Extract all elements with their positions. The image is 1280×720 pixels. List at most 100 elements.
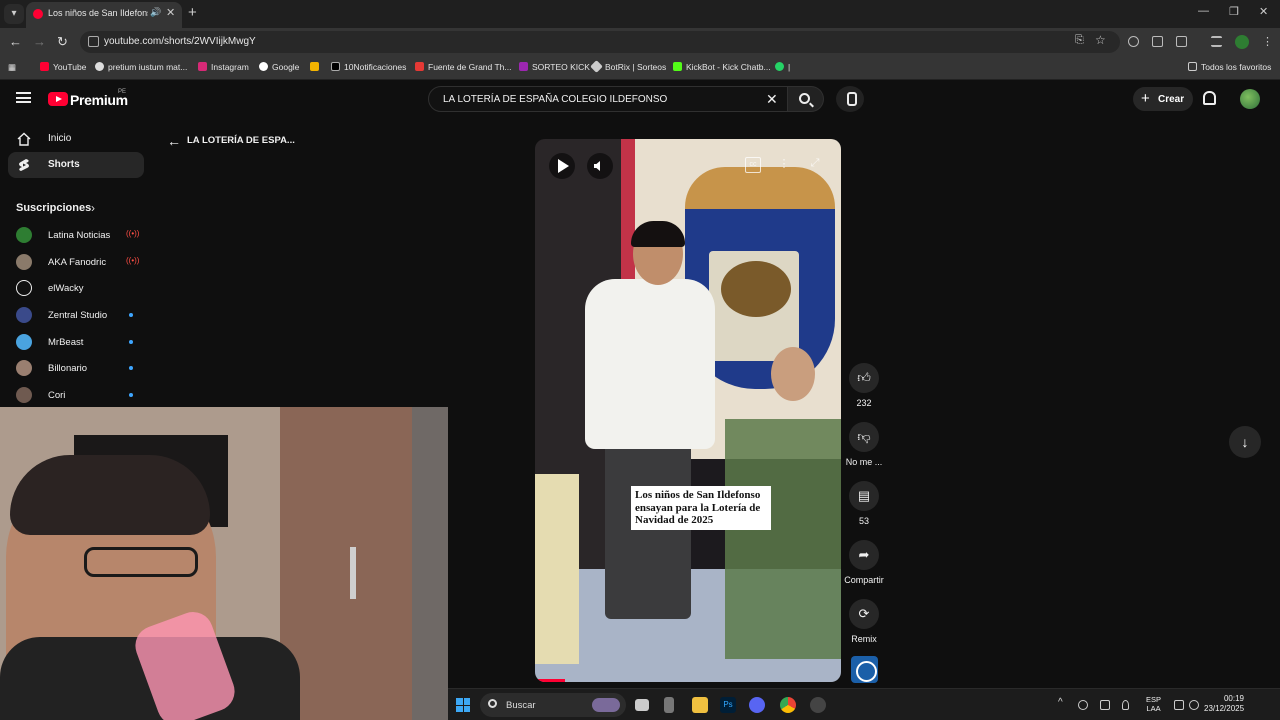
windows-taskbar: Buscar Ps ^ ESP LAA 00:19 23/12/2025 [448, 688, 1280, 720]
bookmark-google[interactable]: Google [259, 62, 299, 72]
browser-menu-icon[interactable]: ⋮ [1262, 35, 1273, 48]
speaker-icon[interactable] [1189, 700, 1199, 710]
tray-cloud-icon[interactable] [1078, 700, 1088, 710]
video-progress-bar[interactable] [535, 679, 565, 682]
install-app-icon[interactable]: ⎘ [1075, 34, 1084, 47]
extension-icon[interactable] [1152, 36, 1163, 47]
sidebar-item-shorts[interactable]: Shorts [8, 152, 144, 178]
bookmark-sorteo-kick[interactable]: SORTEO KICK [519, 62, 590, 72]
taskbar-search[interactable]: Buscar [480, 693, 626, 717]
play-button-icon[interactable] [549, 153, 575, 179]
subscription-zentral-studio[interactable]: Zentral Studio [16, 305, 146, 325]
remix-button[interactable]: ⟳ [849, 599, 879, 629]
bookmark-instagram[interactable]: Instagram [198, 62, 249, 72]
chrome-icon[interactable] [780, 697, 796, 713]
more-options-icon[interactable]: ⋮ [776, 157, 792, 173]
youtube-logo-icon[interactable] [48, 92, 68, 106]
address-bar[interactable]: youtube.com/shorts/2WVIijkMwgY ⎘ ☆ [80, 31, 1120, 53]
video-scene [685, 167, 835, 215]
bookmark-grand-theft[interactable]: Fuente de Grand Th... [415, 62, 511, 72]
back-to-search-label[interactable]: LA LOTERÍA DE ESPA... [187, 135, 295, 146]
subscription-aka-fanodric[interactable]: AKA Fanodric ((•)) [16, 252, 146, 272]
captions-icon[interactable]: cc [745, 157, 761, 173]
comments-button[interactable]: ▤ [849, 481, 879, 511]
tab-close-icon[interactable]: ✕ [166, 6, 175, 19]
extension-icon[interactable] [1128, 36, 1139, 47]
subscription-cori[interactable]: Cori [16, 385, 146, 405]
tray-app-icon[interactable] [1100, 700, 1110, 710]
subscription-mrbeast[interactable]: MrBeast [16, 332, 146, 352]
volume-icon[interactable] [587, 153, 613, 179]
comment-count: 53 [858, 516, 869, 526]
botrix-icon [590, 60, 603, 73]
notifications-bell-icon[interactable] [1203, 91, 1216, 105]
windows-start-icon[interactable] [456, 698, 470, 712]
media-controls-icon[interactable] [1211, 36, 1222, 47]
clock[interactable]: 00:19 23/12/2025 [1204, 694, 1244, 714]
network-icon[interactable] [1174, 700, 1184, 710]
forward-button[interactable]: → [33, 34, 46, 49]
bookmark-youtube[interactable]: YouTube [40, 62, 86, 72]
bookmark-kickbot[interactable]: KickBot - Kick Chatb... [673, 62, 771, 72]
search-button[interactable] [788, 86, 824, 112]
subscriptions-title[interactable]: Suscripciones [16, 202, 91, 214]
restore-button[interactable]: ❐ [1229, 5, 1239, 18]
reload-button[interactable]: ↻ [57, 34, 68, 50]
sidebar-item-inicio[interactable]: Inicio [8, 126, 144, 152]
channel-name: Billonario [48, 363, 88, 374]
bookmark-botrix[interactable]: BotRix | Sorteos [590, 60, 666, 73]
all-bookmarks-folder[interactable]: Todos los favoritos [1188, 62, 1271, 72]
keyboard-language[interactable]: ESP LAA [1146, 695, 1161, 713]
browser-tab[interactable]: Los niños de San Ildefonso 🔊 ✕ [26, 2, 182, 28]
fullscreen-icon[interactable]: ⤢ [807, 157, 823, 173]
like-button[interactable]: 👍︎ [849, 363, 879, 393]
live-indicator-icon: ((•)) [126, 229, 140, 238]
account-avatar[interactable] [1240, 89, 1260, 109]
apps-grid-icon[interactable]: ▦ [8, 62, 16, 73]
back-button[interactable]: ← [9, 34, 22, 49]
channel-name: MrBeast [48, 337, 84, 348]
notification-center-icon[interactable] [1260, 700, 1269, 709]
subscription-billonario[interactable]: Billonario [16, 358, 146, 378]
bookmark-10notificaciones[interactable]: 10Notificaciones [331, 62, 406, 72]
close-window-button[interactable]: ✕ [1259, 5, 1268, 18]
short-video-player[interactable]: cc ⋮ ⤢ Los niños de San Ildefonso ensaya… [535, 139, 841, 682]
chevron-right-icon[interactable]: › [91, 201, 95, 215]
minimize-button[interactable]: — [1198, 5, 1209, 17]
next-short-arrow-icon[interactable]: ↓ [1229, 426, 1261, 458]
tab-audio-icon[interactable]: 🔊 [150, 7, 161, 18]
bookmark-pretium[interactable]: pretium iustum mat... [95, 62, 187, 72]
video-scene [721, 261, 791, 317]
tab-search-button[interactable]: ▾ [4, 4, 24, 24]
clock-date: 23/12/2025 [1204, 704, 1245, 713]
sidebar-item-label: Inicio [48, 133, 72, 144]
shorts-icon [19, 159, 29, 171]
file-explorer-icon[interactable] [692, 697, 708, 713]
bookmark-whatsapp[interactable]: | [775, 62, 790, 72]
new-content-dot-icon [129, 393, 133, 397]
app-icon[interactable] [810, 697, 826, 713]
menu-hamburger-icon[interactable] [16, 92, 31, 103]
create-button[interactable]: + Crear [1133, 87, 1193, 111]
clear-search-icon[interactable]: ✕ [766, 91, 778, 108]
tray-chevron-up-icon[interactable]: ^ [1058, 697, 1063, 708]
voice-search-mic-icon[interactable] [836, 86, 864, 112]
new-tab-button[interactable]: + [188, 4, 197, 21]
subscription-latina-noticias[interactable]: Latina Noticias ((•)) [16, 225, 146, 245]
dislike-button[interactable]: 👎︎ [849, 422, 879, 452]
share-button[interactable]: ➦ [849, 540, 879, 570]
site-info-icon[interactable] [88, 36, 99, 47]
photoshop-icon[interactable]: Ps [720, 697, 736, 713]
profile-avatar-icon[interactable] [1235, 35, 1249, 49]
channel-avatar-button[interactable] [851, 656, 878, 683]
back-arrow-icon[interactable]: ← [167, 133, 181, 149]
discord-icon[interactable] [749, 697, 765, 713]
task-view-icon[interactable] [635, 699, 649, 711]
app-icon[interactable] [664, 697, 674, 713]
search-input[interactable]: LA LOTERÍA DE ESPAÑA COLEGIO ILDEFONSO ✕ [428, 86, 788, 112]
bookmark-pinwheel[interactable] [310, 62, 323, 72]
tray-mic-icon[interactable] [1122, 700, 1129, 710]
bookmark-star-icon[interactable]: ☆ [1095, 33, 1106, 47]
extensions-puzzle-icon[interactable] [1176, 36, 1187, 47]
subscription-elwacky[interactable]: elWacky [16, 278, 146, 298]
